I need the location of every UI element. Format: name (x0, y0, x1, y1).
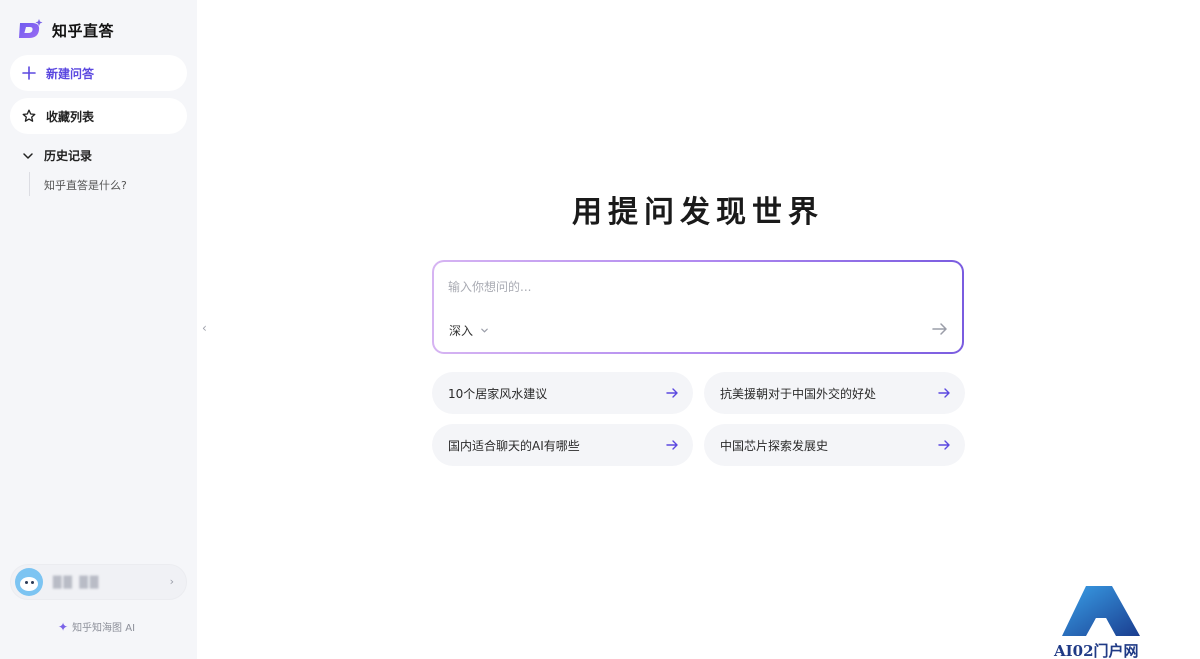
footer-brand: ✦ 知乎知海图 AI (58, 619, 136, 635)
avatar (15, 568, 43, 596)
history-label: 历史记录 (44, 149, 93, 163)
watermark-text: AI02门户网 (1054, 642, 1139, 659)
page-title: 用提问发现世界 (572, 195, 824, 230)
suggestion-label: 国内适合聊天的AI有哪些 (448, 438, 580, 453)
brand[interactable]: 知乎直答 (18, 18, 114, 42)
favorites-label: 收藏列表 (46, 109, 95, 124)
suggestion-label: 抗美援朝对于中国外交的好处 (720, 386, 877, 401)
ask-box-inner: 深入 (434, 262, 962, 352)
new-chat-button[interactable]: 新建问答 (10, 55, 187, 91)
suggestion-card[interactable]: 国内适合聊天的AI有哪些 (432, 424, 693, 466)
user-name: ██ ██ (53, 575, 101, 589)
favorites-button[interactable]: 收藏列表 (10, 98, 187, 134)
suggestion-label: 10个居家风水建议 (448, 386, 548, 401)
arrow-right-icon (666, 440, 678, 450)
plus-icon (22, 66, 36, 80)
star-icon (22, 109, 36, 122)
ask-box: 深入 (432, 260, 964, 354)
question-input[interactable] (448, 276, 928, 298)
chevron-down-icon (481, 328, 488, 333)
sparkle-icon: ✦ (58, 619, 69, 634)
sidebar: 知乎直答 新建问答 收藏列表 历史记录 知乎直答是什么? ██ ██ › ✦ 知… (0, 0, 197, 659)
suggestion-label: 中国芯片探索发展史 (720, 438, 829, 453)
arrow-right-icon (938, 440, 950, 450)
suggestion-card[interactable]: 中国芯片探索发展史 (704, 424, 965, 466)
user-menu[interactable]: ██ ██ › (10, 564, 187, 600)
brand-name: 知乎直答 (52, 21, 115, 40)
suggestion-card[interactable]: 抗美援朝对于中国外交的好处 (704, 372, 965, 414)
mode-label: 深入 (449, 324, 474, 338)
arrow-right-icon (938, 388, 950, 398)
history-item[interactable]: 知乎直答是什么? (44, 177, 127, 193)
new-chat-label: 新建问答 (46, 66, 95, 81)
suggestion-card[interactable]: 10个居家风水建议 (432, 372, 693, 414)
history-divider (29, 172, 30, 196)
footer-label: 知乎知海图 AI (72, 623, 136, 634)
mode-dropdown[interactable]: 深入 (449, 322, 489, 339)
chevron-down-icon (23, 152, 33, 159)
collapse-icon[interactable]: ‹ (202, 321, 207, 335)
app-root: 知乎直答 新建问答 收藏列表 历史记录 知乎直答是什么? ██ ██ › ✦ 知… (0, 0, 1200, 659)
arrow-right-icon (666, 388, 678, 398)
chevron-right-icon: › (169, 575, 174, 588)
history-toggle[interactable]: 历史记录 (22, 147, 92, 164)
logo-icon (19, 19, 43, 38)
send-button[interactable] (930, 319, 950, 339)
